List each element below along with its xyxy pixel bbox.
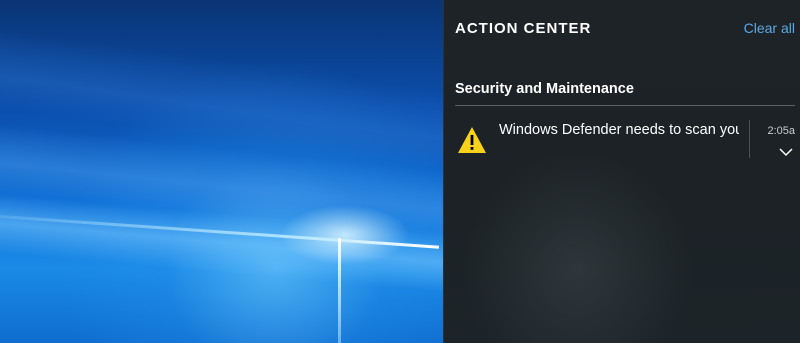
action-center-header: ACTION CENTER Clear all xyxy=(455,20,800,40)
notification-group-security-maintenance: Security and Maintenance xyxy=(455,81,795,106)
wallpaper-light-edge xyxy=(338,238,341,343)
notification-text: Windows Defender needs to scan your PC xyxy=(499,122,739,138)
chevron-down-icon[interactable] xyxy=(778,146,794,158)
desktop-wallpaper[interactable] xyxy=(0,0,443,343)
notification-divider xyxy=(749,120,750,158)
notification-time: 2:05a xyxy=(767,125,795,137)
panel-blur-backdrop xyxy=(462,150,692,343)
notification-item[interactable]: Windows Defender needs to scan your PC 2… xyxy=(455,116,795,164)
warning-icon xyxy=(458,127,486,153)
action-center-panel: ACTION CENTER Clear all Security and Mai… xyxy=(443,0,800,343)
clear-all-button[interactable]: Clear all xyxy=(744,20,795,36)
notification-group-title[interactable]: Security and Maintenance xyxy=(455,81,795,106)
screen: ACTION CENTER Clear all Security and Mai… xyxy=(0,0,800,343)
action-center-title: ACTION CENTER xyxy=(455,20,592,37)
